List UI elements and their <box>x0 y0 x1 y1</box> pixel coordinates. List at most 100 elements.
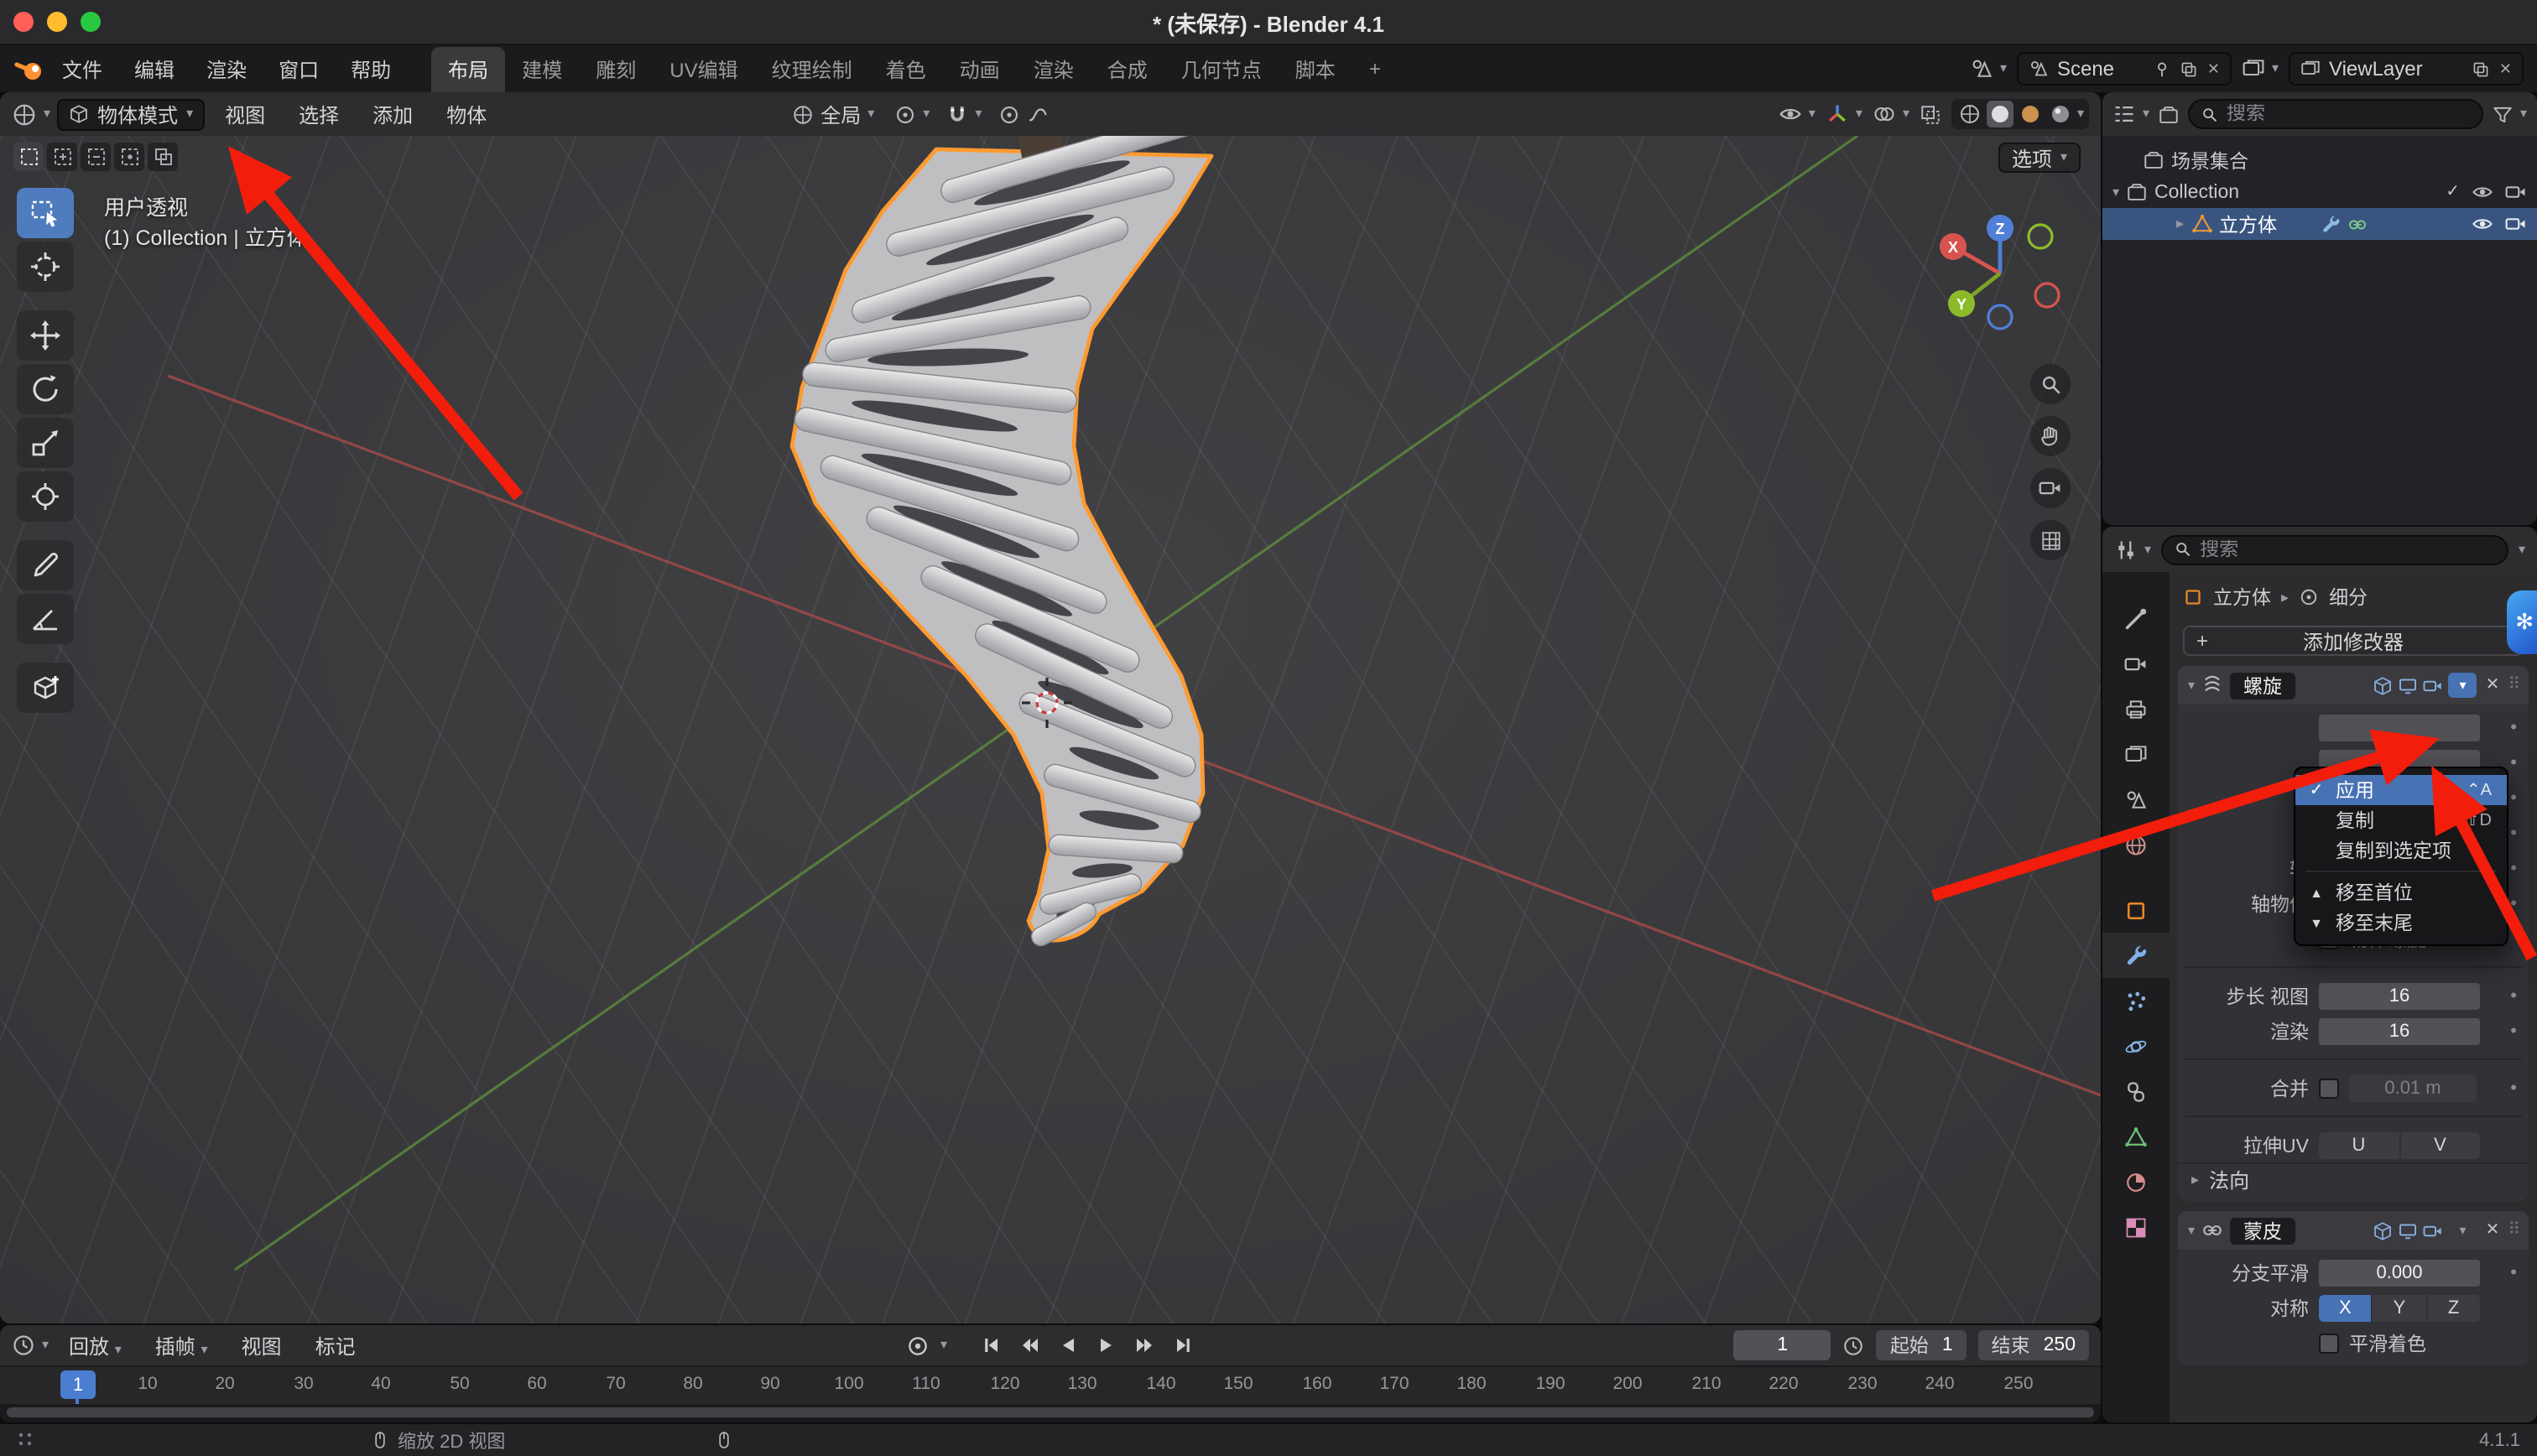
skin-realtime-toggle-icon[interactable] <box>2399 1220 2419 1240</box>
steps-render-field[interactable]: 16 <box>2319 1017 2480 1044</box>
minimize-window-button[interactable] <box>47 12 67 32</box>
tab-modifiers[interactable] <box>2102 933 2170 978</box>
tab-object[interactable] <box>2102 887 2170 933</box>
workspace-tab-modeling[interactable]: 建模 <box>505 46 579 91</box>
animate-dot[interactable]: • <box>2510 717 2517 737</box>
animate-dot[interactable]: • <box>2510 823 2517 843</box>
delete-scene-icon[interactable]: ✕ <box>2207 60 2220 78</box>
steps-viewport-field[interactable]: 16 <box>2319 982 2480 1009</box>
workspace-tab-texturepaint[interactable]: 纹理绘制 <box>755 46 869 91</box>
select-mode-set[interactable] <box>13 143 44 171</box>
skin-modifier-header[interactable]: ▾ 蒙皮 ▾ ✕ ⠿ <box>2178 1211 2529 1250</box>
breadcrumb-object[interactable]: 立方体 <box>2213 584 2271 611</box>
timeline-editor-type-button[interactable]: ▾ <box>12 1334 49 1357</box>
add-modifier-button[interactable]: + 添加修改器 <box>2183 626 2524 656</box>
animate-dot[interactable]: • <box>2510 752 2517 772</box>
timeline-ruler[interactable]: 10 20 30 40 50 60 70 80 90 100 110 120 1… <box>0 1365 2101 1404</box>
xray-toggle[interactable] <box>1920 103 1941 125</box>
shading-solid-button[interactable] <box>1987 101 2013 127</box>
next-keyframe-button[interactable] <box>1128 1330 1160 1360</box>
viewlayer-browse-icon[interactable]: ▾ <box>2242 57 2279 81</box>
viewlayer-selector[interactable]: ViewLayer ✕ <box>2289 52 2524 86</box>
mode-selector[interactable]: 物体模式 ▾ <box>57 98 205 130</box>
menu-item-move-to-last[interactable]: ▼ 移至末尾 <box>2295 907 2507 938</box>
workspace-tab-shading[interactable]: 着色 <box>869 46 943 91</box>
outliner-search[interactable] <box>2188 99 2483 129</box>
tab-tool[interactable] <box>2102 595 2170 641</box>
screw-realtime-toggle-icon[interactable] <box>2399 675 2419 695</box>
workspace-tab-layout[interactable]: 布局 <box>431 46 505 91</box>
viewport-menu-add[interactable]: 添加 <box>359 96 426 132</box>
shading-wireframe-button[interactable] <box>1956 101 1983 127</box>
tool-select-box[interactable] <box>17 188 74 238</box>
screw-modifier-name[interactable]: 螺旋 <box>2230 672 2295 699</box>
jump-to-start-button[interactable] <box>974 1330 1006 1360</box>
workspace-tab-uv[interactable]: UV编辑 <box>653 46 754 91</box>
workspace-tab-add[interactable]: + <box>1352 49 1398 89</box>
collection-checkbox[interactable]: ✓ <box>2446 183 2460 201</box>
menu-item-apply[interactable]: ✓ 应用 ⌃A <box>2295 775 2507 805</box>
viewport-menu-object[interactable]: 物体 <box>433 96 500 132</box>
shading-material-button[interactable] <box>2017 101 2044 127</box>
navigation-gizmo[interactable]: X Y Z <box>1923 200 2077 347</box>
tool-measure[interactable] <box>17 594 74 644</box>
zoom-button[interactable] <box>2030 364 2071 404</box>
workspace-tab-animation[interactable]: 动画 <box>943 46 1017 91</box>
screw-drag-handle[interactable]: ⠿ <box>2508 676 2519 694</box>
screw-render-toggle-icon[interactable] <box>2424 675 2444 695</box>
tab-texture[interactable] <box>2102 1204 2170 1250</box>
animate-dot[interactable]: • <box>2510 985 2517 1006</box>
outliner-display-mode-button[interactable] <box>2158 103 2180 125</box>
merge-checkbox[interactable] <box>2319 1078 2339 1098</box>
tool-add-cube[interactable] <box>17 663 74 713</box>
screw-editmode-toggle-icon[interactable] <box>2373 675 2394 695</box>
properties-search[interactable] <box>2161 534 2508 564</box>
outliner-row-collection[interactable]: ▾ Collection ✓ <box>2102 176 2537 208</box>
tool-annotate[interactable] <box>17 540 74 590</box>
viewport-menu-select[interactable]: 选择 <box>285 96 352 132</box>
workspace-tab-scripting[interactable]: 脚本 <box>1279 46 1352 91</box>
select-mode-subtract[interactable] <box>81 143 111 171</box>
animate-dot[interactable]: • <box>2510 1078 2517 1098</box>
collection-hide-eye-icon[interactable] <box>2472 181 2493 203</box>
screw-delete-icon[interactable]: ✕ <box>2482 676 2503 694</box>
normals-subpanel[interactable]: ▸ 法向 <box>2178 1162 2529 1196</box>
jump-to-end-button[interactable] <box>1167 1330 1199 1360</box>
copy-scene-icon[interactable] <box>2180 60 2199 78</box>
proportional-falloff-button[interactable] <box>1027 103 1049 125</box>
outliner-row-cube[interactable]: ▸ 立方体 <box>2102 208 2537 240</box>
current-frame-field[interactable]: 1 <box>1734 1330 1831 1360</box>
tab-world[interactable] <box>2102 822 2170 867</box>
timeline-menu-marker[interactable]: 标记 <box>302 1328 369 1363</box>
pan-button[interactable] <box>2030 416 2071 456</box>
tool-rotate[interactable] <box>17 364 74 414</box>
timeline-scrollbar[interactable] <box>0 1404 2101 1422</box>
tool-scale[interactable] <box>17 418 74 468</box>
animate-dot[interactable]: • <box>2510 788 2517 808</box>
skin-collapse-icon[interactable]: ▾ <box>2188 1224 2195 1237</box>
tab-material[interactable] <box>2102 1159 2170 1204</box>
cube-hide-eye-icon[interactable] <box>2472 213 2493 235</box>
cube-skin-data-icon[interactable] <box>2347 214 2368 234</box>
gizmos-toggle[interactable]: ▾ <box>1826 102 1862 126</box>
frame-start-field[interactable]: 起始1 <box>1877 1330 1967 1360</box>
shading-rendered-button[interactable] <box>2047 101 2074 127</box>
frame-end-field[interactable]: 结束250 <box>1978 1330 2089 1360</box>
camera-view-button[interactable] <box>2030 468 2071 508</box>
shading-dropdown[interactable]: ▾ <box>2077 107 2084 121</box>
tab-object-data[interactable] <box>2102 1114 2170 1159</box>
workspace-tab-geometrynodes[interactable]: 几何节点 <box>1164 46 1279 91</box>
screw-modifier-header[interactable]: ▾ 螺旋 ▾ ✕ ⠿ <box>2178 666 2529 705</box>
screw-collapse-icon[interactable]: ▾ <box>2188 679 2195 692</box>
skin-extras-dropdown[interactable]: ▾ <box>2449 1218 2477 1243</box>
workspace-tab-compositing[interactable]: 合成 <box>1091 46 1164 91</box>
use-preview-range-icon[interactable] <box>1843 1334 1865 1356</box>
select-mode-intersect[interactable] <box>148 143 178 171</box>
auto-keying-dropdown[interactable]: ▾ <box>940 1339 947 1352</box>
ortho-toggle-button[interactable] <box>2030 520 2071 560</box>
3d-viewport[interactable]: ▾ 物体模式 ▾ 视图 选择 添加 物体 全局 ▾ ▾ <box>0 92 2101 1323</box>
tool-cursor[interactable] <box>17 242 74 292</box>
menu-edit[interactable]: 编辑 <box>119 49 190 88</box>
menu-render[interactable]: 渲染 <box>191 49 262 88</box>
auto-keying-button[interactable] <box>902 1330 934 1360</box>
